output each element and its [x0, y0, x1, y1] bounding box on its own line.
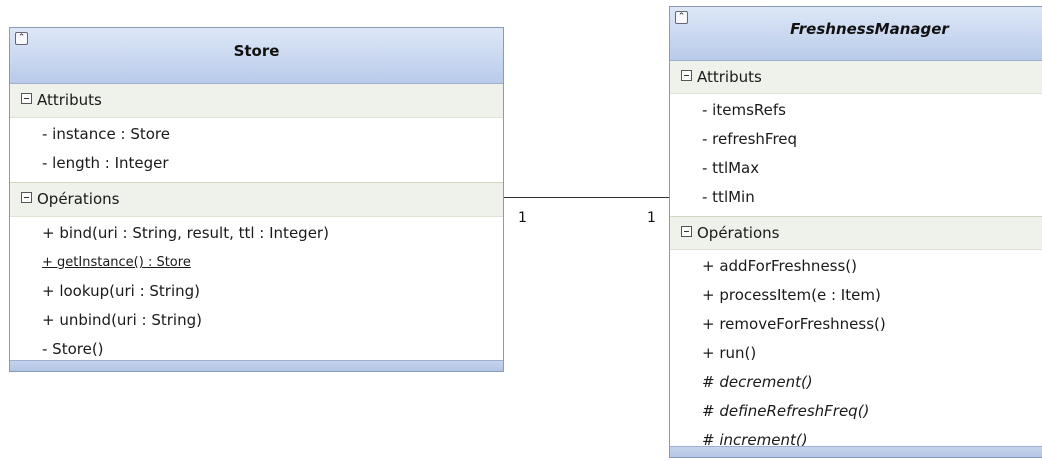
operation-item[interactable]: + removeForFreshness() — [670, 310, 1042, 339]
class-header: ⌃ Store — [10, 28, 503, 84]
section-label: Attributs — [697, 68, 762, 86]
operations-section-header[interactable]: Opérations — [670, 216, 1042, 250]
attribute-item[interactable]: - ttlMax — [670, 154, 1042, 183]
attributes-list: - itemsRefs - refreshFreq - ttlMax - ttl… — [670, 94, 1042, 216]
attribute-item[interactable]: - ttlMin — [670, 183, 1042, 212]
operation-item[interactable]: + unbind(uri : String) — [10, 306, 503, 335]
class-freshness-manager[interactable]: ⌃ FreshnessManager Attributs - itemsRefs… — [669, 6, 1042, 458]
operation-item-protected[interactable]: # decrement() — [670, 368, 1042, 397]
operation-item-protected[interactable]: # defineRefreshFreq() — [670, 397, 1042, 426]
attribute-item[interactable]: - instance : Store — [10, 120, 503, 149]
class-header: ⌃ FreshnessManager — [670, 7, 1042, 61]
class-footer — [10, 360, 503, 371]
attribute-item[interactable]: - length : Integer — [10, 149, 503, 178]
operation-item[interactable]: + addForFreshness() — [670, 252, 1042, 281]
class-footer — [670, 446, 1042, 457]
association-line — [504, 197, 669, 198]
operation-item[interactable]: + run() — [670, 339, 1042, 368]
operation-item[interactable]: + processItem(e : Item) — [670, 281, 1042, 310]
operation-item[interactable]: + lookup(uri : String) — [10, 277, 503, 306]
operations-list: + bind(uri : String, result, ttl : Integ… — [10, 217, 503, 368]
class-store[interactable]: ⌃ Store Attributs - instance : Store - l… — [9, 27, 504, 372]
operation-item-static[interactable]: + getInstance() : Store — [10, 248, 503, 277]
minus-box-icon[interactable] — [21, 93, 32, 104]
attribute-item[interactable]: - itemsRefs — [670, 96, 1042, 125]
attributes-section-header[interactable]: Attributs — [10, 84, 503, 118]
class-name: FreshnessManager — [790, 20, 949, 38]
minus-box-icon[interactable] — [681, 226, 692, 237]
multiplicity-freshness-manager: 1 — [647, 210, 656, 226]
section-label: Opérations — [697, 224, 780, 242]
minus-box-icon[interactable] — [681, 70, 692, 81]
section-label: Opérations — [37, 190, 120, 208]
attribute-item[interactable]: - refreshFreq — [670, 125, 1042, 154]
operation-item[interactable]: + bind(uri : String, result, ttl : Integ… — [10, 219, 503, 248]
section-label: Attributs — [37, 91, 102, 109]
operations-list: + addForFreshness() + processItem(e : It… — [670, 250, 1042, 459]
attributes-section-header[interactable]: Attributs — [670, 61, 1042, 94]
operations-section-header[interactable]: Opérations — [10, 182, 503, 217]
minus-box-icon[interactable] — [21, 192, 32, 203]
attributes-list: - instance : Store - length : Integer — [10, 118, 503, 182]
multiplicity-store: 1 — [518, 210, 527, 226]
class-name: Store — [233, 42, 280, 60]
